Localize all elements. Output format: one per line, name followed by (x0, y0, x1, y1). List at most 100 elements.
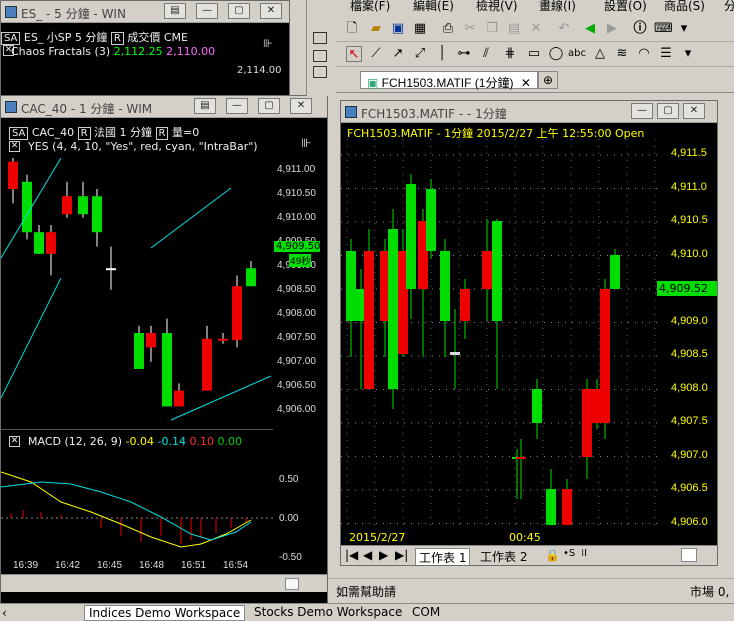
workspace-tab-com[interactable]: COM (408, 605, 444, 619)
add-tab-button[interactable]: ⊕ (538, 71, 559, 89)
maximize-button[interactable]: ▢ (258, 98, 280, 114)
field-selector[interactable]: R (155, 127, 169, 140)
hidden-window-edge (306, 0, 328, 96)
cursor-sync-icon[interactable]: ⁞I (581, 548, 587, 559)
restore-button[interactable]: — (226, 98, 248, 114)
chart-window-icon (5, 6, 17, 18)
extended-line-icon[interactable]: ⤢ (412, 46, 428, 62)
pin-icon[interactable]: ⊪ (301, 136, 311, 150)
maximize-button[interactable]: ▢ (228, 3, 250, 19)
menu-view[interactable]: 檢視(V) (476, 0, 518, 14)
candle-body (62, 196, 72, 215)
close-button[interactable]: ✕ (290, 98, 312, 114)
signal-line (1, 481, 252, 541)
fch-price-chart[interactable] (341, 139, 657, 531)
cac-chart-window[interactable]: CAC_40 - 1 分鐘 - WIM ▤ — ▢ ✕ SA CAC_40 R … (0, 95, 328, 605)
menu-file[interactable]: 檔案(F) (350, 0, 390, 14)
save-icon[interactable]: ▣ (390, 21, 406, 37)
series-selector[interactable]: SA (1, 32, 21, 45)
macd-value-3: 0.10 (189, 435, 214, 448)
ellipse-icon[interactable]: ◯ (548, 46, 564, 62)
workspace-tab-bar: ‹ Indices Demo Workspace Stocks Demo Wor… (0, 603, 734, 621)
candle-body (516, 457, 526, 459)
paste-icon[interactable]: ▤ (506, 21, 522, 37)
copy-icon[interactable]: ❐ (484, 21, 500, 37)
prev-sheet-icon[interactable]: ◀ (363, 548, 372, 562)
macd-tick: 0.50 (279, 474, 299, 485)
properties-button[interactable]: ▤ (164, 3, 186, 19)
vertical-line-icon[interactable]: │ (434, 46, 450, 62)
menu-edit[interactable]: 編輯(E) (413, 0, 454, 14)
first-sheet-icon[interactable]: |◀ (345, 548, 358, 562)
candle-body (92, 196, 102, 233)
delete-icon[interactable]: ✕ (528, 21, 544, 37)
fch-title-bar[interactable]: FCH1503.MATIF - - 1分鐘 — ▢ ✕ (341, 101, 717, 123)
restore-button[interactable]: — (631, 103, 653, 119)
new-icon[interactable]: 🗋 (344, 21, 360, 37)
cut-icon[interactable]: ✂ (462, 21, 478, 37)
text-tool-icon[interactable]: abc (568, 46, 586, 62)
cac-price-chart[interactable] (1, 158, 273, 426)
sheet-bar: |◀ ◀ ▶ ▶| 工作表 1 工作表 2 🔒 •S ⁞I (341, 545, 717, 565)
trendline-icon[interactable]: ⟋ (368, 46, 384, 62)
pin-icon[interactable]: ⊪ (263, 37, 273, 50)
macd-chart[interactable] (1, 452, 273, 556)
undo-icon[interactable]: ↶ (556, 21, 572, 37)
pointer-icon[interactable]: ↖ (346, 46, 362, 62)
scroll-thumb[interactable] (681, 548, 697, 562)
close-button[interactable]: ✕ (260, 3, 282, 19)
parallel-lines-icon[interactable]: ⫽ (478, 46, 494, 62)
price-tick: 4,909.0 (671, 314, 708, 327)
menu-settings[interactable]: 設置(O) (604, 0, 647, 14)
scroll-thumb[interactable] (285, 578, 299, 590)
maximize-button[interactable]: ▢ (657, 103, 679, 119)
candle-body (546, 489, 556, 525)
lock-icon[interactable]: 🔒 (545, 548, 560, 562)
scroll-sync-icon[interactable]: •S (563, 548, 575, 559)
sheet-tab-2[interactable]: 工作表 2 (477, 548, 530, 565)
es-title-bar[interactable]: ES_ - 5 分鐘 - WIN ▤ — ▢ ✕ (1, 1, 289, 23)
price-tick: 4,911.5 (671, 147, 707, 159)
symbol-selector[interactable]: R (77, 127, 91, 140)
es-chart-window[interactable]: ES_ - 5 分鐘 - WIN ▤ — ▢ ✕ SA ES_ 小SP 5 分鐘… (0, 0, 290, 102)
rectangle-icon[interactable]: ▭ (526, 46, 542, 62)
triangle-icon[interactable]: △ (592, 46, 608, 62)
close-indicator-icon[interactable]: ✕ (9, 141, 20, 152)
close-macd-icon[interactable]: ✕ (9, 436, 20, 447)
data-range-selector[interactable]: R (110, 32, 124, 45)
tab-fch1503[interactable]: ▣ FCH1503.MATIF (1分鐘) ✕ (360, 71, 538, 90)
channel-icon[interactable]: ⋕ (502, 46, 518, 62)
help-icon[interactable]: ⌨ (654, 21, 673, 37)
print-icon[interactable]: ⎙ (440, 21, 456, 37)
restore-button[interactable]: — (196, 3, 218, 19)
tab-close-icon[interactable]: ✕ (521, 76, 531, 90)
menu-product[interactable]: 商品(S) (664, 0, 705, 14)
arc-icon[interactable]: ◠ (636, 46, 652, 62)
toolbar-overflow-icon[interactable]: ▾ (676, 21, 692, 37)
open-icon[interactable]: ▰ (368, 21, 384, 37)
gann-icon[interactable]: ☰ (658, 46, 674, 62)
fch-chart-window[interactable]: FCH1503.MATIF - - 1分鐘 — ▢ ✕ FCH1503.MATI… (340, 100, 718, 566)
fibonacci-icon[interactable]: ≋ (614, 46, 630, 62)
workspace-tab-stocks[interactable]: Stocks Demo Workspace (250, 605, 406, 619)
fch-date-label: 2015/2/27 (349, 531, 406, 544)
toolbar-overflow-icon[interactable]: ▾ (680, 46, 696, 62)
save-all-icon[interactable]: ▦ (412, 21, 428, 37)
forward-icon[interactable]: ▶ (604, 21, 620, 37)
horizontal-line-icon[interactable]: ⊶ (456, 46, 472, 62)
cac-title-bar[interactable]: CAC_40 - 1 分鐘 - WIM ▤ — ▢ ✕ (1, 96, 327, 118)
workspace-scroll-icon[interactable]: ‹ (2, 606, 7, 620)
properties-button[interactable]: ▤ (194, 98, 216, 114)
sheet-tab-1[interactable]: 工作表 1 (415, 548, 471, 565)
back-icon[interactable]: ◀ (582, 21, 598, 37)
next-sheet-icon[interactable]: ▶ (379, 548, 388, 562)
ray-icon[interactable]: ↗ (390, 46, 406, 62)
pane-divider[interactable] (1, 429, 273, 430)
series-selector[interactable]: SA (9, 127, 29, 140)
menu-analysis[interactable]: 分析(A (724, 0, 734, 14)
last-sheet-icon[interactable]: ▶| (395, 548, 408, 562)
cac-horizontal-scrollbar[interactable] (1, 574, 327, 592)
menu-draw[interactable]: 畫線(I) (539, 0, 576, 14)
info-icon[interactable]: ⓘ (632, 21, 648, 37)
close-button[interactable]: ✕ (683, 103, 705, 119)
